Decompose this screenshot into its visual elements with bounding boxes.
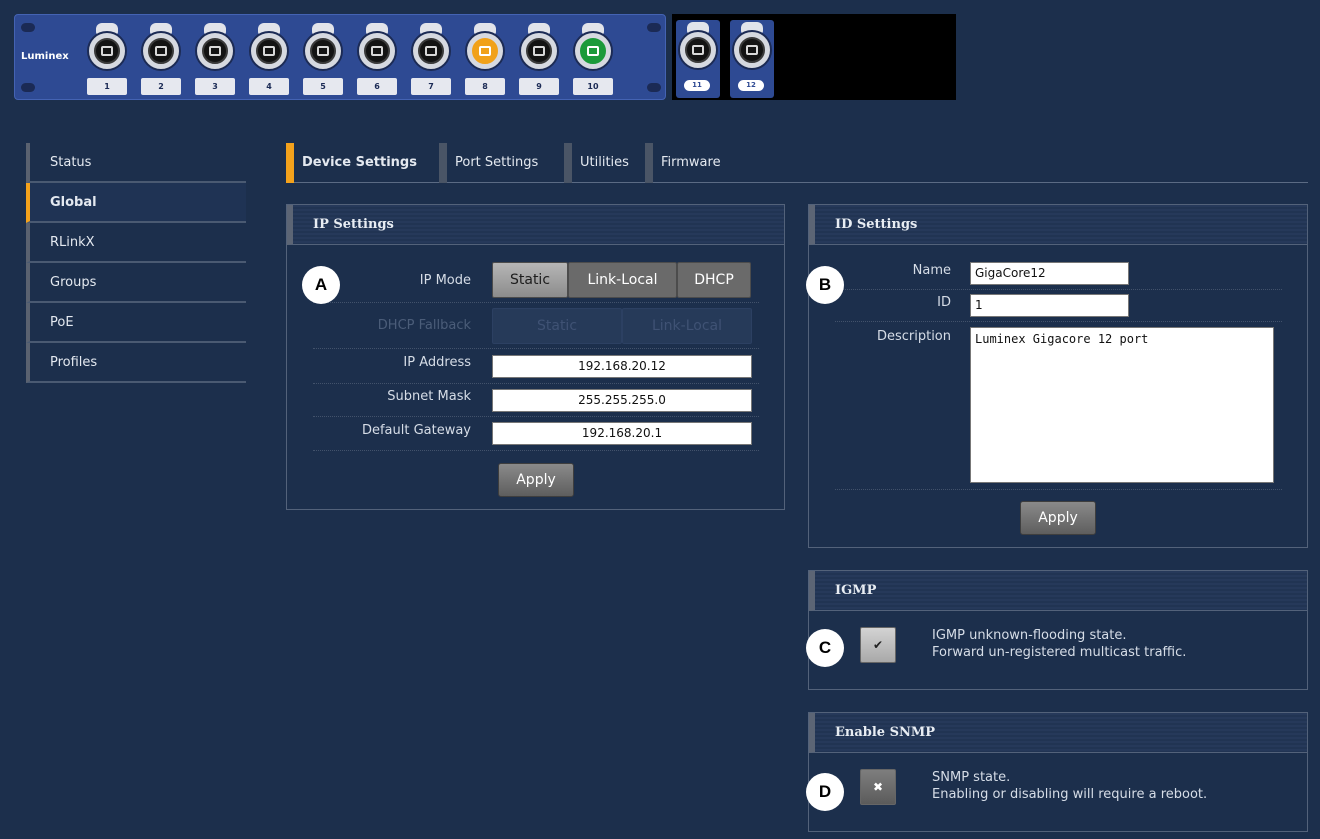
default-gateway-label: Default Gateway bbox=[361, 423, 471, 438]
check-icon: ✔ bbox=[872, 638, 884, 652]
sidebar-item-global[interactable]: Global bbox=[26, 183, 246, 223]
panel-title: IGMP bbox=[809, 571, 1307, 611]
ip-apply-button[interactable]: Apply bbox=[498, 463, 574, 497]
description-textarea[interactable]: Luminex Gigacore 12 port bbox=[970, 327, 1274, 483]
port-5[interactable]: 5 bbox=[301, 21, 345, 99]
sfp-panel: 11 12 bbox=[672, 14, 956, 100]
ip-mode-dhcp-button[interactable]: DHCP bbox=[677, 262, 751, 298]
description-label: Description bbox=[876, 329, 951, 344]
igmp-desc-line1: IGMP unknown-flooding state. bbox=[932, 628, 1127, 643]
port-8[interactable]: 8 bbox=[463, 21, 507, 99]
port-4[interactable]: 4 bbox=[247, 21, 291, 99]
port-11[interactable]: 11 bbox=[676, 20, 720, 98]
marker-d: D bbox=[806, 773, 844, 811]
port-10[interactable]: 10 bbox=[571, 21, 615, 99]
id-input[interactable]: 1 bbox=[970, 294, 1129, 317]
marker-a: A bbox=[302, 266, 340, 304]
snmp-desc-line1: SNMP state. bbox=[932, 770, 1011, 785]
sidebar-item-rlinkx[interactable]: RLinkX bbox=[26, 223, 246, 263]
device-front-panel: Luminex 1 2 3 4 5 6 7 8 9 10 bbox=[14, 14, 666, 100]
panel-title: ID Settings bbox=[809, 205, 1307, 245]
subnet-mask-input[interactable]: 255.255.255.0 bbox=[492, 389, 752, 412]
port-3[interactable]: 3 bbox=[193, 21, 237, 99]
ip-mode-link-local-button[interactable]: Link-Local bbox=[568, 262, 677, 298]
port-6[interactable]: 6 bbox=[355, 21, 399, 99]
igmp-desc-line2: Forward un-registered multicast traffic. bbox=[932, 645, 1187, 660]
port-7[interactable]: 7 bbox=[409, 21, 453, 99]
igmp-panel: IGMP ✔ IGMP unknown-flooding state. Forw… bbox=[808, 570, 1308, 690]
tab-device-settings[interactable]: Device Settings bbox=[286, 143, 417, 183]
tab-port-settings[interactable]: Port Settings bbox=[439, 143, 538, 183]
marker-c: C bbox=[806, 629, 844, 667]
snmp-checkbox[interactable]: ✖ bbox=[860, 769, 896, 805]
id-label: ID bbox=[937, 295, 951, 310]
port-12[interactable]: 12 bbox=[730, 20, 774, 98]
tab-firmware[interactable]: Firmware bbox=[645, 143, 721, 183]
dhcp-fallback-static-button[interactable]: Static bbox=[492, 308, 622, 344]
ip-address-label: IP Address bbox=[403, 355, 471, 370]
sidebar-nav: Status Global RLinkX Groups PoE Profiles bbox=[26, 143, 246, 383]
screw bbox=[21, 83, 35, 92]
device-brand: Luminex bbox=[21, 51, 69, 62]
panel-title: Enable SNMP bbox=[809, 713, 1307, 753]
dhcp-fallback-link-local-button[interactable]: Link-Local bbox=[622, 308, 752, 344]
panel-title: IP Settings bbox=[287, 205, 784, 245]
sidebar-item-groups[interactable]: Groups bbox=[26, 263, 246, 303]
snmp-desc-line2: Enabling or disabling will require a reb… bbox=[932, 787, 1208, 802]
default-gateway-input[interactable]: 192.168.20.1 bbox=[492, 422, 752, 445]
igmp-description: IGMP unknown-flooding state. Forward un-… bbox=[932, 627, 1186, 661]
ip-settings-panel: IP Settings IP Mode Static Link-Local DH… bbox=[286, 204, 785, 510]
screw bbox=[647, 83, 661, 92]
igmp-flooding-checkbox[interactable]: ✔ bbox=[860, 627, 896, 663]
marker-b: B bbox=[806, 266, 844, 304]
dhcp-fallback-label: DHCP Fallback bbox=[377, 318, 471, 333]
id-apply-button[interactable]: Apply bbox=[1020, 501, 1096, 535]
port-1[interactable]: 1 bbox=[85, 21, 129, 99]
sidebar-item-status[interactable]: Status bbox=[26, 143, 246, 183]
ip-mode-static-button[interactable]: Static bbox=[492, 262, 568, 298]
port-2[interactable]: 2 bbox=[139, 21, 183, 99]
screw bbox=[21, 23, 35, 32]
sidebar-item-profiles[interactable]: Profiles bbox=[26, 343, 246, 383]
id-settings-panel: ID Settings Name GigaCore12 ID 1 Descrip… bbox=[808, 204, 1308, 548]
close-icon: ✖ bbox=[872, 780, 884, 794]
ip-mode-label: IP Mode bbox=[419, 273, 471, 288]
screw bbox=[647, 23, 661, 32]
sidebar-item-poe[interactable]: PoE bbox=[26, 303, 246, 343]
port-9[interactable]: 9 bbox=[517, 21, 561, 99]
name-input[interactable]: GigaCore12 bbox=[970, 262, 1129, 285]
name-label: Name bbox=[912, 263, 951, 278]
ip-address-input[interactable]: 192.168.20.12 bbox=[492, 355, 752, 378]
tab-bar: Device Settings Port Settings Utilities … bbox=[286, 143, 1308, 183]
tab-utilities[interactable]: Utilities bbox=[564, 143, 629, 183]
snmp-description: SNMP state. Enabling or disabling will r… bbox=[932, 769, 1207, 803]
subnet-mask-label: Subnet Mask bbox=[387, 389, 471, 404]
snmp-panel: Enable SNMP ✖ SNMP state. Enabling or di… bbox=[808, 712, 1308, 832]
